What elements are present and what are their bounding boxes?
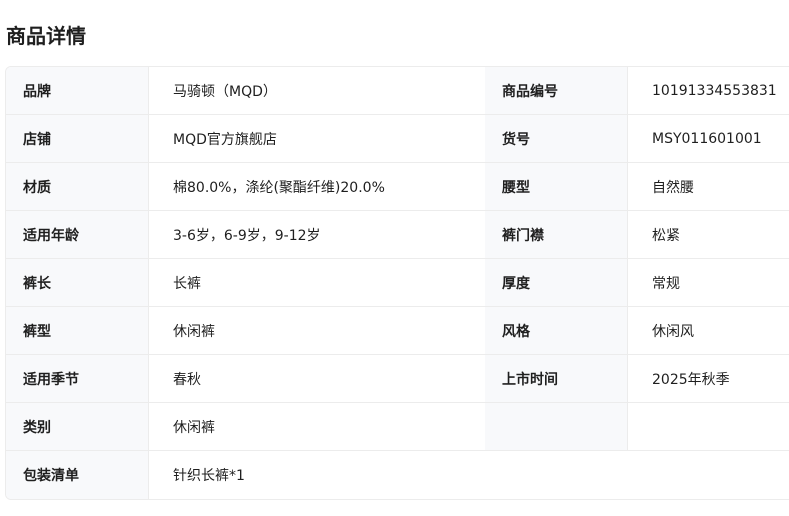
spec-label: 商品编号 xyxy=(485,67,628,115)
spec-value: MSY011601001 xyxy=(628,115,789,163)
spec-value: 马骑顿（MQD） xyxy=(149,67,485,115)
spec-value: 休闲裤 xyxy=(149,307,485,355)
spec-label: 适用年龄 xyxy=(6,211,149,259)
spec-label: 货号 xyxy=(485,115,628,163)
spec-value xyxy=(628,403,789,451)
spec-label: 裤型 xyxy=(6,307,149,355)
spec-value: 针织长裤*1 xyxy=(173,468,245,484)
spec-label: 类别 xyxy=(6,403,149,451)
product-details-table: 品牌 马骑顿（MQD） 商品编号 10191334553831 店铺 MQD官方旗舰店 货号… xyxy=(5,66,789,500)
spec-label: 风格 xyxy=(485,307,628,355)
spec-label: 包装清单 xyxy=(6,451,149,499)
spec-value: 2025年秋季 xyxy=(628,355,789,403)
spec-value: 棉80.0%，涤纶(聚酯纤维)20.0% xyxy=(149,163,485,211)
spec-label xyxy=(485,403,628,451)
spec-value: 休闲裤 xyxy=(149,403,485,451)
spec-value: MQD官方旗舰店 xyxy=(149,115,485,163)
spec-value: 春秋 xyxy=(149,355,485,403)
spec-label: 裤长 xyxy=(6,259,149,307)
spec-value: 3-6岁，6-9岁，9-12岁 xyxy=(149,211,485,259)
spec-value: 松紧 xyxy=(628,211,789,259)
spec-value: 休闲风 xyxy=(628,307,789,355)
spec-label: 品牌 xyxy=(6,67,149,115)
spec-value: 常规 xyxy=(628,259,789,307)
spec-value: 自然腰 xyxy=(628,163,789,211)
spec-label: 厚度 xyxy=(485,259,628,307)
spec-value: 10191334553831 xyxy=(628,67,789,115)
spec-label: 裤门襟 xyxy=(485,211,628,259)
spec-label: 材质 xyxy=(6,163,149,211)
spec-label: 上市时间 xyxy=(485,355,628,403)
spec-label: 适用季节 xyxy=(6,355,149,403)
spec-value: 长裤 xyxy=(149,259,485,307)
page-title: 商品详情 xyxy=(6,24,86,48)
spec-label: 店铺 xyxy=(6,115,149,163)
spec-label: 腰型 xyxy=(485,163,628,211)
